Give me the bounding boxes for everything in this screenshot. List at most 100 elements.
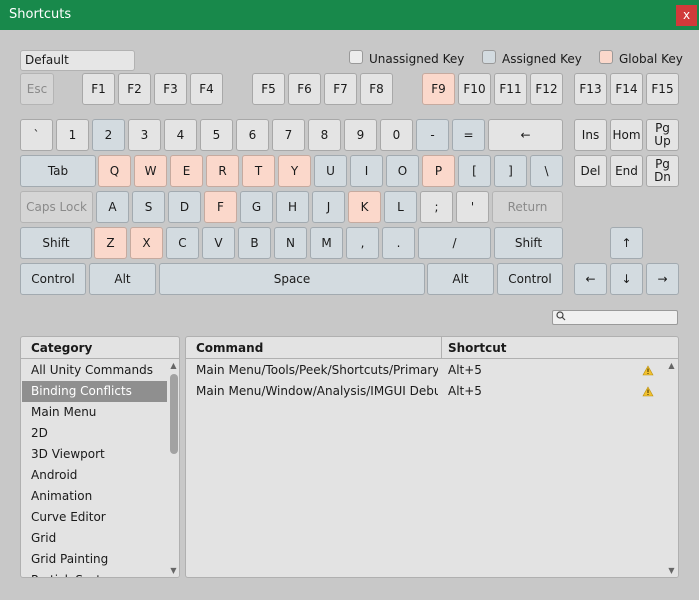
key-f4[interactable]: F4 bbox=[190, 73, 223, 105]
scroll-thumb[interactable] bbox=[170, 374, 178, 454]
command-row[interactable]: Main Menu/Tools/Peek/Shortcuts/Primary S… bbox=[187, 360, 654, 381]
key-page-down[interactable]: Pg Dn bbox=[646, 155, 679, 187]
key-f3[interactable]: F3 bbox=[154, 73, 187, 105]
key-8[interactable]: 8 bbox=[308, 119, 341, 151]
key-m[interactable]: M bbox=[310, 227, 343, 259]
key-space[interactable]: Space bbox=[159, 263, 425, 295]
key-comma[interactable]: , bbox=[346, 227, 379, 259]
key-semicolon[interactable]: ; bbox=[420, 191, 453, 223]
category-item-android[interactable]: Android bbox=[22, 465, 168, 486]
key-f7[interactable]: F7 bbox=[324, 73, 357, 105]
key-q[interactable]: Q bbox=[98, 155, 131, 187]
category-item-3d-viewport[interactable]: 3D Viewport bbox=[22, 444, 168, 465]
key-period[interactable]: . bbox=[382, 227, 415, 259]
scroll-up-icon[interactable]: ▲ bbox=[167, 360, 179, 372]
key-u[interactable]: U bbox=[314, 155, 347, 187]
key-f14[interactable]: F14 bbox=[610, 73, 643, 105]
key-arrow-right[interactable]: → bbox=[646, 263, 679, 295]
key-insert[interactable]: Ins bbox=[574, 119, 607, 151]
key-n[interactable]: N bbox=[274, 227, 307, 259]
key-right-bracket[interactable]: ] bbox=[494, 155, 527, 187]
category-item-binding-conflicts[interactable]: Binding Conflicts bbox=[22, 381, 168, 402]
shortcut-column-header[interactable]: Shortcut bbox=[448, 341, 506, 355]
key-g[interactable]: G bbox=[240, 191, 273, 223]
key-f[interactable]: F bbox=[204, 191, 237, 223]
key-f15[interactable]: F15 bbox=[646, 73, 679, 105]
key-9[interactable]: 9 bbox=[344, 119, 377, 151]
key-f11[interactable]: F11 bbox=[494, 73, 527, 105]
scroll-down-icon[interactable]: ▼ bbox=[665, 565, 678, 577]
key-k[interactable]: K bbox=[348, 191, 381, 223]
key-arrow-left[interactable]: ← bbox=[574, 263, 607, 295]
category-item-2d[interactable]: 2D bbox=[22, 423, 168, 444]
category-item-all-unity-commands[interactable]: All Unity Commands bbox=[22, 360, 168, 381]
key-f5[interactable]: F5 bbox=[252, 73, 285, 105]
key-right-shift[interactable]: Shift bbox=[494, 227, 563, 259]
key-f2[interactable]: F2 bbox=[118, 73, 151, 105]
column-divider[interactable] bbox=[441, 337, 442, 359]
scroll-down-icon[interactable]: ▼ bbox=[167, 565, 179, 577]
key-3[interactable]: 3 bbox=[128, 119, 161, 151]
key-w[interactable]: W bbox=[134, 155, 167, 187]
command-row[interactable]: Main Menu/Window/Analysis/IMGUI Debugger… bbox=[187, 381, 654, 402]
key-i[interactable]: I bbox=[350, 155, 383, 187]
key-quote[interactable]: ' bbox=[456, 191, 489, 223]
key-e[interactable]: E bbox=[170, 155, 203, 187]
key-t[interactable]: T bbox=[242, 155, 275, 187]
commands-scrollbar[interactable]: ▲ ▼ bbox=[665, 360, 678, 577]
category-item-particle-system[interactable]: ParticleSystem bbox=[22, 570, 168, 577]
key-home[interactable]: Hom bbox=[610, 119, 643, 151]
key-delete[interactable]: Del bbox=[574, 155, 607, 187]
key-z[interactable]: Z bbox=[94, 227, 127, 259]
key-a[interactable]: A bbox=[96, 191, 129, 223]
key-f1[interactable]: F1 bbox=[82, 73, 115, 105]
close-button[interactable]: x bbox=[676, 5, 697, 26]
category-item-grid-painting[interactable]: Grid Painting bbox=[22, 549, 168, 570]
key-end[interactable]: End bbox=[610, 155, 643, 187]
key-f13[interactable]: F13 bbox=[574, 73, 607, 105]
key-1[interactable]: 1 bbox=[56, 119, 89, 151]
category-item-animation[interactable]: Animation bbox=[22, 486, 168, 507]
category-item-grid[interactable]: Grid bbox=[22, 528, 168, 549]
key-d[interactable]: D bbox=[168, 191, 201, 223]
key-left-shift[interactable]: Shift bbox=[20, 227, 92, 259]
key-backtick[interactable]: ` bbox=[20, 119, 53, 151]
key-return[interactable]: Return bbox=[492, 191, 563, 223]
key-f6[interactable]: F6 bbox=[288, 73, 321, 105]
key-f12[interactable]: F12 bbox=[530, 73, 563, 105]
key-f8[interactable]: F8 bbox=[360, 73, 393, 105]
key-j[interactable]: J bbox=[312, 191, 345, 223]
key-minus[interactable]: - bbox=[416, 119, 449, 151]
key-caps-lock[interactable]: Caps Lock bbox=[20, 191, 93, 223]
key-arrow-down[interactable]: ↓ bbox=[610, 263, 643, 295]
category-item-main-menu[interactable]: Main Menu bbox=[22, 402, 168, 423]
key-p[interactable]: P bbox=[422, 155, 455, 187]
key-x[interactable]: X bbox=[130, 227, 163, 259]
key-b[interactable]: B bbox=[238, 227, 271, 259]
key-arrow-up[interactable]: ↑ bbox=[610, 227, 643, 259]
key-s[interactable]: S bbox=[132, 191, 165, 223]
key-o[interactable]: O bbox=[386, 155, 419, 187]
key-left-bracket[interactable]: [ bbox=[458, 155, 491, 187]
key-f10[interactable]: F10 bbox=[458, 73, 491, 105]
search-field[interactable] bbox=[552, 310, 678, 325]
key-esc[interactable]: Esc bbox=[20, 73, 54, 105]
key-v[interactable]: V bbox=[202, 227, 235, 259]
key-backspace[interactable]: ← bbox=[488, 119, 563, 151]
key-5[interactable]: 5 bbox=[200, 119, 233, 151]
key-6[interactable]: 6 bbox=[236, 119, 269, 151]
key-h[interactable]: H bbox=[276, 191, 309, 223]
key-y[interactable]: Y bbox=[278, 155, 311, 187]
key-f9[interactable]: F9 bbox=[422, 73, 455, 105]
profile-dropdown[interactable]: Default bbox=[20, 50, 135, 71]
key-tab[interactable]: Tab bbox=[20, 155, 96, 187]
key-right-control[interactable]: Control bbox=[497, 263, 563, 295]
key-left-control[interactable]: Control bbox=[20, 263, 86, 295]
key-r[interactable]: R bbox=[206, 155, 239, 187]
key-right-alt[interactable]: Alt bbox=[427, 263, 494, 295]
category-item-curve-editor[interactable]: Curve Editor bbox=[22, 507, 168, 528]
key-0[interactable]: 0 bbox=[380, 119, 413, 151]
key-c[interactable]: C bbox=[166, 227, 199, 259]
key-backslash[interactable]: \ bbox=[530, 155, 563, 187]
key-equals[interactable]: = bbox=[452, 119, 485, 151]
